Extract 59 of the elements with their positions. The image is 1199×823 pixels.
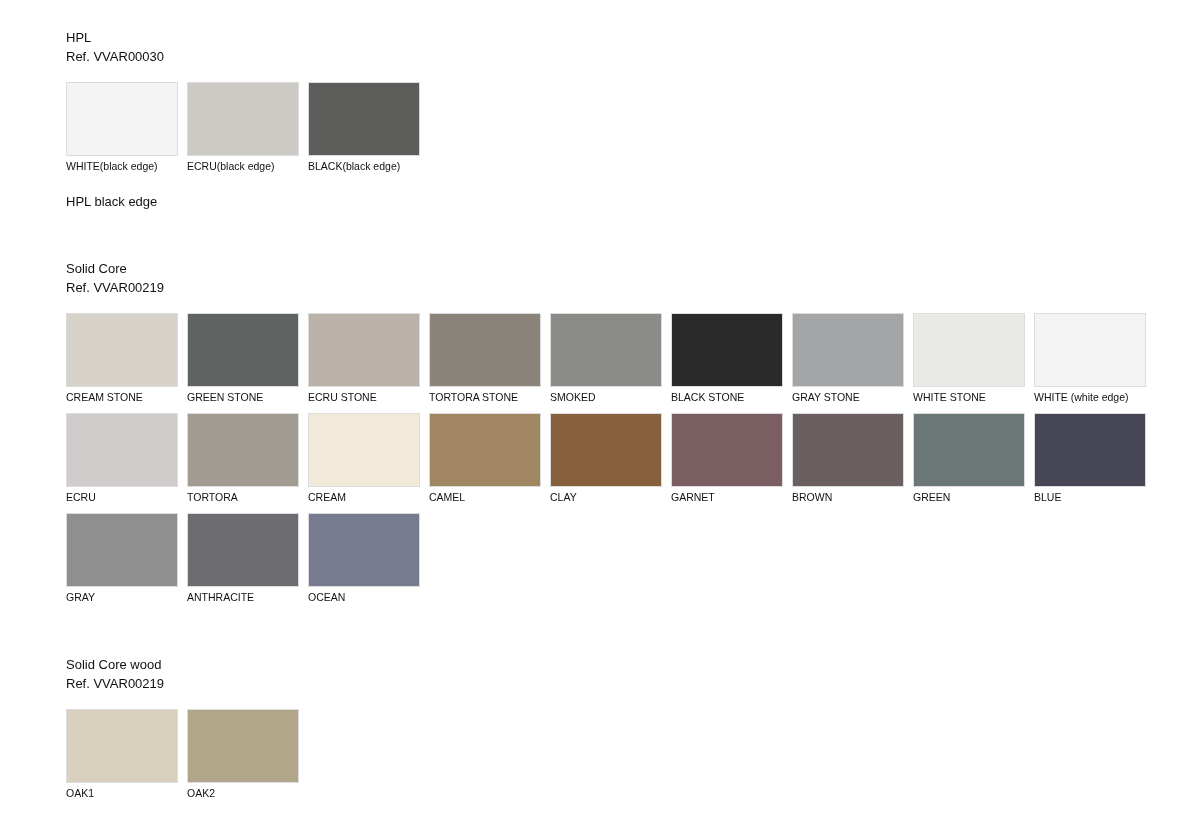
color-swatch[interactable] — [187, 413, 299, 487]
color-swatch[interactable] — [66, 709, 178, 783]
color-swatch[interactable] — [66, 82, 178, 156]
swatch-label: TORTORA — [187, 491, 239, 503]
color-swatch[interactable] — [429, 313, 541, 387]
color-swatch[interactable] — [187, 82, 299, 156]
swatch-label: TORTORA STONE — [429, 391, 520, 403]
swatch-label: OCEAN — [308, 591, 347, 603]
color-swatch[interactable] — [429, 413, 541, 487]
section-title: Solid Core — [66, 260, 128, 278]
swatch-label: GRAY — [66, 591, 96, 603]
color-swatch[interactable] — [66, 313, 178, 387]
color-swatch[interactable] — [913, 413, 1025, 487]
reference-code: Ref. VVAR00219 — [66, 675, 166, 693]
swatch-label: BROWN — [792, 491, 834, 503]
swatch-label: CREAM STONE — [66, 391, 144, 403]
swatch-label: WHITE(black edge) — [66, 160, 159, 172]
color-swatch[interactable] — [66, 513, 178, 587]
color-swatch[interactable] — [187, 513, 299, 587]
section-title: Solid Core wood — [66, 656, 163, 674]
swatch-label: ANTHRACITE — [187, 591, 256, 603]
swatch-label: GREEN STONE — [187, 391, 265, 403]
swatch-label: WHITE (white edge) — [1034, 391, 1130, 403]
color-swatch[interactable] — [1034, 313, 1146, 387]
swatch-label: SMOKED — [550, 391, 597, 403]
swatch-label: CAMEL — [429, 491, 467, 503]
section-note: HPL black edge — [66, 194, 159, 209]
swatch-label: ECRU(black edge) — [187, 160, 276, 172]
color-swatch[interactable] — [792, 313, 904, 387]
swatch-label: WHITE STONE — [913, 391, 987, 403]
swatch-label: ECRU STONE — [308, 391, 378, 403]
swatch-label: OAK2 — [187, 787, 216, 799]
color-swatch[interactable] — [550, 413, 662, 487]
swatch-label: BLACK(black edge) — [308, 160, 402, 172]
reference-code: Ref. VVAR00030 — [66, 48, 166, 66]
swatch-label: GARNET — [671, 491, 716, 503]
color-swatch[interactable] — [308, 313, 420, 387]
section-title: HPL — [66, 29, 93, 47]
swatch-label: BLACK STONE — [671, 391, 746, 403]
swatch-label: CLAY — [550, 491, 578, 503]
color-swatch[interactable] — [308, 513, 420, 587]
color-swatch[interactable] — [792, 413, 904, 487]
swatch-label: CREAM — [308, 491, 347, 503]
color-swatch[interactable] — [671, 313, 783, 387]
color-swatch[interactable] — [187, 313, 299, 387]
color-swatch[interactable] — [66, 413, 178, 487]
color-swatch[interactable] — [308, 413, 420, 487]
swatch-label: GRAY STONE — [792, 391, 861, 403]
color-swatch[interactable] — [913, 313, 1025, 387]
reference-code: Ref. VVAR00219 — [66, 279, 166, 297]
color-swatch[interactable] — [671, 413, 783, 487]
swatch-label: OAK1 — [66, 787, 95, 799]
color-swatch[interactable] — [308, 82, 420, 156]
swatch-label: ECRU — [66, 491, 97, 503]
color-swatch[interactable] — [1034, 413, 1146, 487]
color-swatch[interactable] — [187, 709, 299, 783]
swatch-label: GREEN — [913, 491, 952, 503]
color-swatch[interactable] — [550, 313, 662, 387]
swatch-label: BLUE — [1034, 491, 1063, 503]
